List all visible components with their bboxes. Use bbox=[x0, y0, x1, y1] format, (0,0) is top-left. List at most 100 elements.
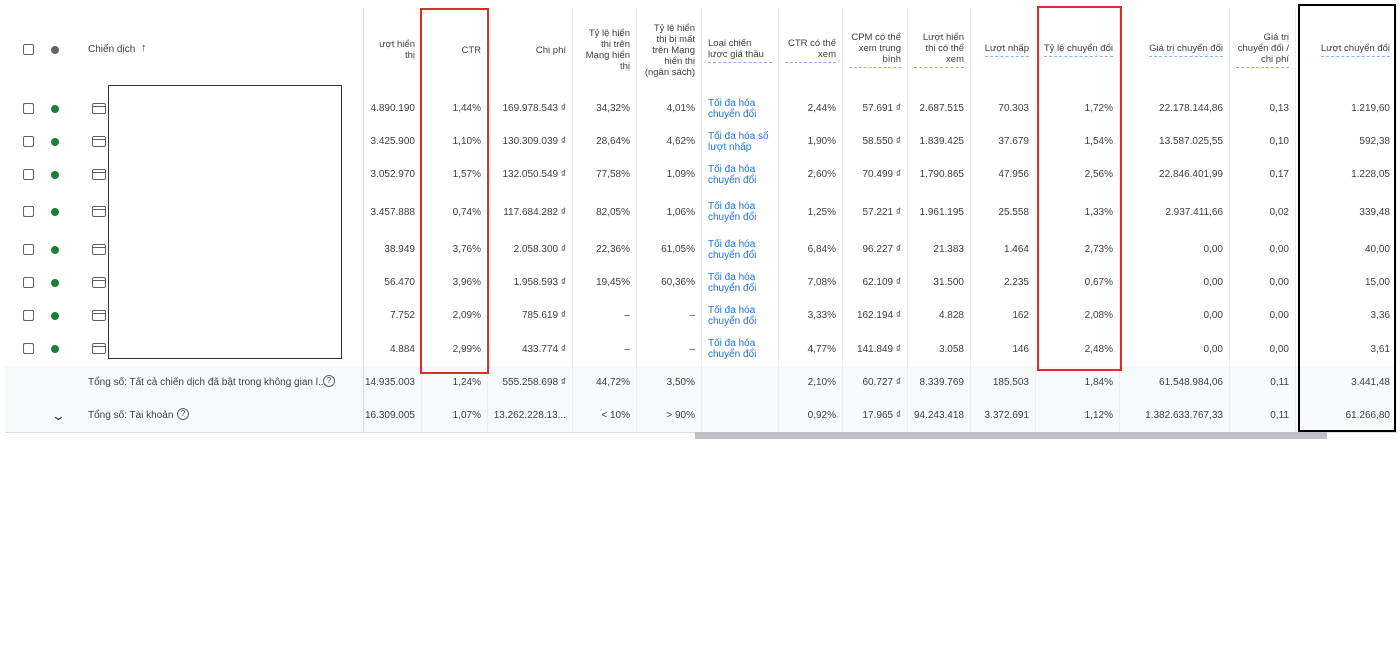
bid-strategy-link[interactable]: Tối đa hóa chuyển đổi bbox=[702, 92, 779, 125]
cell-viewable-impressions: 21.383 bbox=[908, 233, 971, 266]
cell-conv-value-per-cost: 0,17 bbox=[1230, 158, 1296, 191]
total-cell-cost: 13.262.228.13... bbox=[488, 399, 573, 432]
cell-clicks: 2.235 bbox=[971, 266, 1036, 299]
cell-viewable-ctr: 3,33% bbox=[779, 299, 843, 332]
status-enabled-icon[interactable] bbox=[51, 170, 59, 179]
cell-ctr: 2,99% bbox=[422, 332, 488, 366]
column-header-label: ượt hiển thị bbox=[379, 39, 415, 61]
column-header-bid-strategy[interactable]: Loại chiến lược giá thầu bbox=[702, 8, 779, 92]
cell-viewable-impressions: 1.839.425 bbox=[908, 125, 971, 158]
cell-viewable-ctr: 7,08% bbox=[779, 266, 843, 299]
cell-display-lost-budget: – bbox=[637, 299, 702, 332]
cell-viewable-impressions: 1.961.195 bbox=[908, 191, 971, 233]
cell-conv-value-per-cost: 0,00 bbox=[1230, 233, 1296, 266]
column-header-conv-value[interactable]: Giá trị chuyển đổi bbox=[1120, 8, 1230, 92]
cell-viewable-ctr: 1,90% bbox=[779, 125, 843, 158]
row-checkbox[interactable] bbox=[23, 168, 34, 180]
cell-cost: 785.619 ₫ bbox=[488, 299, 573, 332]
column-header-conv-rate[interactable]: Tỷ lệ chuyển đổi bbox=[1036, 8, 1120, 92]
column-header-impressions[interactable]: ượt hiển thị bbox=[368, 8, 422, 92]
cell-cost: 117.684.282 ₫ bbox=[488, 191, 573, 233]
cell-conv-value-per-cost: 0,13 bbox=[1230, 92, 1296, 125]
display-campaign-icon bbox=[92, 309, 106, 321]
cell-viewable-ctr: 6,84% bbox=[779, 233, 843, 266]
column-header-conversions[interactable]: Lượt chuyển đổi bbox=[1296, 8, 1397, 92]
row-checkbox[interactable] bbox=[23, 206, 34, 217]
column-header-label: Lượt chuyển đổi bbox=[1320, 43, 1390, 57]
column-header-label: CPM có thể xem trung bình bbox=[849, 32, 901, 68]
bid-strategy-link[interactable]: Tối đa hóa số lượt nhấp bbox=[702, 125, 779, 158]
column-header-ctr[interactable]: CTR bbox=[422, 8, 488, 92]
total-cell-viewable-ctr: 2,10% bbox=[779, 366, 843, 399]
bid-strategy-link[interactable]: Tối đa hóa chuyển đổi bbox=[702, 191, 779, 233]
status-enabled-icon[interactable] bbox=[51, 245, 59, 254]
display-campaign-icon bbox=[92, 135, 106, 147]
cell-avg-viewable-cpm: 62.109 ₫ bbox=[843, 266, 908, 299]
total-cell-bid-strategy bbox=[702, 366, 779, 399]
cell-clicks: 70.303 bbox=[971, 92, 1036, 125]
cell-cost: 130.309.039 ₫ bbox=[488, 125, 573, 158]
row-checkbox[interactable] bbox=[23, 135, 34, 147]
status-enabled-icon[interactable] bbox=[51, 104, 59, 113]
cell-conv-value: 22.178.144,86 bbox=[1120, 92, 1230, 125]
column-header-display-impr-share[interactable]: Tỷ lệ hiển thị trên Mạng hiển thị bbox=[573, 8, 637, 92]
total-cell-conv-rate: 1,12% bbox=[1036, 399, 1120, 432]
status-enabled-icon[interactable] bbox=[51, 311, 59, 320]
column-header-viewable-impressions[interactable]: Lượt hiển thị có thể xem bbox=[908, 8, 971, 92]
cell-display-impr-share: 34,32% bbox=[573, 92, 637, 125]
help-icon[interactable]: ? bbox=[323, 375, 335, 387]
column-header-display-lost-budget[interactable]: Tỷ lệ hiển thị bị mất trên Mạng hiển thị… bbox=[637, 8, 702, 92]
help-icon[interactable]: ? bbox=[177, 408, 189, 420]
status-enabled-icon[interactable] bbox=[51, 345, 59, 353]
bid-strategy-link[interactable]: Tối đa hóa chuyển đổi bbox=[702, 233, 779, 266]
column-header-clicks[interactable]: Lượt nhấp bbox=[971, 8, 1036, 92]
cell-viewable-ctr: 2,60% bbox=[779, 158, 843, 191]
select-all-checkbox[interactable] bbox=[23, 44, 34, 55]
total-cell-display-lost-budget: 3,50% bbox=[637, 366, 702, 399]
horizontal-scrollbar[interactable] bbox=[695, 432, 1327, 439]
display-campaign-icon bbox=[92, 343, 106, 354]
campaign-column-header[interactable]: Chiến dịch bbox=[88, 44, 135, 55]
bid-strategy-link[interactable]: Tối đa hóa chuyển đổi bbox=[702, 299, 779, 332]
status-enabled-icon[interactable] bbox=[51, 137, 59, 146]
status-enabled-icon[interactable] bbox=[51, 278, 59, 287]
total-cell-clicks: 185.503 bbox=[971, 366, 1036, 399]
cell-conv-value-per-cost: 0,00 bbox=[1230, 299, 1296, 332]
cell-conv-rate: 2,73% bbox=[1036, 233, 1120, 266]
cell-conversions: 40,00 bbox=[1296, 233, 1397, 266]
column-header-label: CTR có thể xem bbox=[785, 38, 836, 63]
cell-clicks: 146 bbox=[971, 332, 1036, 366]
cell-display-lost-budget: 4,62% bbox=[637, 125, 702, 158]
column-header-conv-value-per-cost[interactable]: Giá trị chuyển đổi / chi phí bbox=[1230, 8, 1296, 92]
total-cell-clicks: 3.372.691 bbox=[971, 399, 1036, 432]
row-checkbox[interactable] bbox=[23, 276, 34, 288]
cell-display-lost-budget: 4,01% bbox=[637, 92, 702, 125]
column-header-cost[interactable]: Chi phí bbox=[488, 8, 573, 92]
chevron-down-icon[interactable]: ⌄ bbox=[51, 408, 66, 424]
total-cell-conversions: 61.266,80 bbox=[1296, 399, 1397, 432]
column-header-label: Chi phí bbox=[535, 44, 566, 56]
total-cell-impressions: 16.309.005 bbox=[365, 399, 422, 432]
row-checkbox[interactable] bbox=[23, 243, 34, 255]
column-header-viewable-ctr[interactable]: CTR có thể xem bbox=[779, 8, 843, 92]
cell-conversions: 1.228,05 bbox=[1296, 158, 1397, 191]
cell-impressions: 3.457.888 bbox=[368, 191, 422, 233]
row-checkbox[interactable] bbox=[23, 102, 34, 114]
cell-conversions: 592,38 bbox=[1296, 125, 1397, 158]
row-checkbox[interactable] bbox=[23, 309, 34, 321]
status-enabled-icon[interactable] bbox=[51, 208, 59, 216]
total-cell-cost: 555.258.698 ₫ bbox=[488, 366, 573, 399]
cell-conversions: 3,36 bbox=[1296, 299, 1397, 332]
column-header-label: Lượt hiển thị có thể xem bbox=[914, 32, 964, 68]
total-cell-conv-value: 61.548.984,06 bbox=[1120, 366, 1230, 399]
column-header-avg-viewable-cpm[interactable]: CPM có thể xem trung bình bbox=[843, 8, 908, 92]
row-checkbox[interactable] bbox=[23, 343, 34, 354]
cell-viewable-ctr: 4,77% bbox=[779, 332, 843, 366]
bid-strategy-link[interactable]: Tối đa hóa chuyển đổi bbox=[702, 266, 779, 299]
arrow-up-icon[interactable]: ↑ bbox=[141, 42, 147, 54]
cell-avg-viewable-cpm: 58.550 ₫ bbox=[843, 125, 908, 158]
total-cell-display-impr-share: < 10% bbox=[573, 399, 637, 432]
bid-strategy-link[interactable]: Tối đa hóa chuyển đổi bbox=[702, 332, 779, 366]
cell-display-impr-share: 82,05% bbox=[573, 191, 637, 233]
bid-strategy-link[interactable]: Tối đa hóa chuyển đổi bbox=[702, 158, 779, 191]
